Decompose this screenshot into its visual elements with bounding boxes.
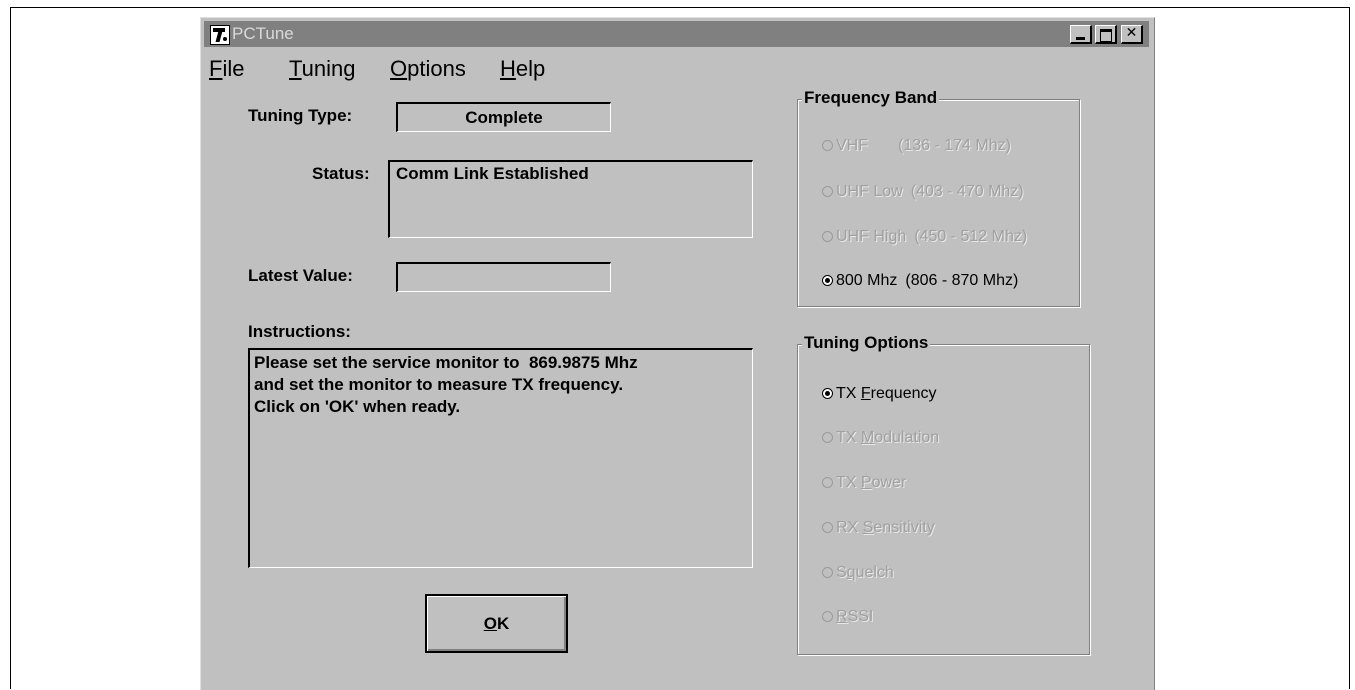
instructions-field: Please set the service monitor to 869.98… bbox=[248, 348, 753, 568]
tuning-type-field: Complete bbox=[396, 102, 611, 132]
radio-tx-power[interactable]: TX Power bbox=[822, 474, 906, 492]
maximize-icon bbox=[1100, 29, 1112, 42]
radio-uhf-low-range: (403 - 470 Mhz) bbox=[910, 183, 1024, 200]
option-label: requency bbox=[870, 385, 937, 402]
option-mnemonic: P bbox=[860, 474, 872, 491]
ok-button-mnemonic: O bbox=[483, 614, 497, 633]
radio-800-mhz-range: (806 - 870 Mhz) bbox=[905, 272, 1019, 289]
radio-icon bbox=[822, 567, 833, 579]
radio-icon bbox=[822, 611, 833, 623]
menu-tuning-label: uning bbox=[301, 56, 356, 81]
document-frame-right bbox=[1349, 7, 1350, 689]
radio-800-mhz-label: 800 Mhz bbox=[836, 272, 898, 289]
menu-file-label: ile bbox=[222, 56, 245, 81]
option-prefix: RX bbox=[836, 519, 863, 536]
radio-selected-icon bbox=[822, 388, 833, 400]
menu-help-label: elp bbox=[515, 56, 546, 81]
minimize-button[interactable] bbox=[1070, 25, 1092, 44]
tuning-options-title: Tuning Options bbox=[802, 333, 931, 353]
radio-uhf-high-range: (450 - 512 Mhz) bbox=[914, 228, 1028, 245]
option-label: uelch bbox=[855, 564, 894, 581]
latest-value-label: Latest Value: bbox=[248, 266, 353, 285]
title-bar[interactable]: PCTune ✕ bbox=[204, 21, 1149, 47]
menu-help[interactable]: Help bbox=[500, 56, 545, 82]
radio-uhf-high[interactable]: UHF High (450 - 512 Mhz) bbox=[822, 228, 1027, 246]
instructions-label: Instructions: bbox=[248, 322, 351, 341]
option-mnemonic: q bbox=[846, 564, 856, 581]
tuning-options-group: Tuning Options TX Frequency TX Modulatio… bbox=[797, 333, 1090, 655]
radio-squelch[interactable]: Squelch bbox=[822, 564, 894, 582]
radio-vhf-range: (136 - 174 Mhz) bbox=[898, 137, 1011, 154]
option-mnemonic: R bbox=[836, 608, 848, 625]
menu-help-mnemonic: H bbox=[500, 56, 516, 81]
close-button[interactable]: ✕ bbox=[1121, 25, 1143, 44]
radio-icon bbox=[822, 522, 833, 534]
option-prefix: TX bbox=[836, 429, 861, 446]
menu-options[interactable]: Options bbox=[390, 56, 466, 82]
option-label: SSI bbox=[847, 608, 874, 625]
radio-vhf[interactable]: VHF (136 - 174 Mhz) bbox=[822, 137, 1011, 155]
ok-button[interactable]: OK bbox=[425, 594, 568, 653]
option-label: ensitivity bbox=[873, 519, 935, 536]
radio-rx-sensitivity[interactable]: RX Sensitivity bbox=[822, 519, 935, 537]
app-icon[interactable] bbox=[210, 25, 230, 45]
document-frame-top bbox=[10, 7, 1350, 8]
pctune-window: PCTune ✕ File Tuning Options Help Tuning… bbox=[200, 17, 1155, 690]
option-mnemonic: M bbox=[860, 429, 875, 446]
radio-icon bbox=[822, 477, 833, 489]
close-icon: ✕ bbox=[1125, 25, 1138, 41]
frequency-band-title: Frequency Band bbox=[802, 88, 940, 108]
radio-icon bbox=[822, 432, 833, 444]
radio-rssi[interactable]: RSSI bbox=[822, 608, 873, 626]
tuning-type-label: Tuning Type: bbox=[248, 106, 353, 125]
option-prefix: S bbox=[836, 564, 847, 581]
radio-icon bbox=[822, 140, 833, 152]
status-label: Status: bbox=[312, 164, 370, 183]
option-mnemonic: F bbox=[860, 385, 871, 402]
option-label: ower bbox=[871, 474, 907, 491]
radio-uhf-low[interactable]: UHF Low (403 - 470 Mhz) bbox=[822, 183, 1024, 201]
option-mnemonic: S bbox=[862, 519, 874, 536]
option-label: odulation bbox=[874, 429, 940, 446]
radio-icon bbox=[822, 186, 833, 198]
radio-tx-frequency[interactable]: TX Frequency bbox=[822, 385, 937, 403]
radio-vhf-label: VHF bbox=[836, 137, 868, 154]
menu-options-label: ptions bbox=[407, 56, 466, 81]
ok-button-label: K bbox=[496, 614, 510, 633]
radio-800-mhz[interactable]: 800 Mhz (806 - 870 Mhz) bbox=[822, 272, 1018, 290]
window-title: PCTune bbox=[232, 24, 294, 43]
frequency-band-group: Frequency Band VHF (136 - 174 Mhz) UHF Lo… bbox=[797, 88, 1080, 307]
radio-icon bbox=[822, 231, 833, 243]
status-field: Comm Link Established bbox=[388, 160, 753, 238]
maximize-button[interactable] bbox=[1095, 25, 1117, 44]
option-prefix: TX bbox=[836, 385, 861, 402]
menu-tuning-mnemonic: T bbox=[289, 56, 302, 81]
menu-options-mnemonic: O bbox=[390, 56, 408, 81]
menu-file[interactable]: File bbox=[209, 56, 244, 82]
document-frame-left bbox=[10, 7, 11, 689]
radio-selected-icon bbox=[822, 275, 833, 287]
radio-uhf-low-label: UHF Low bbox=[836, 183, 903, 200]
minimize-icon bbox=[1076, 37, 1085, 40]
latest-value-field bbox=[396, 262, 611, 292]
radio-uhf-high-label: UHF High bbox=[836, 228, 907, 245]
radio-tx-modulation[interactable]: TX Modulation bbox=[822, 429, 939, 447]
menu-file-mnemonic: F bbox=[209, 56, 223, 81]
menu-tuning[interactable]: Tuning bbox=[289, 56, 355, 82]
option-prefix: TX bbox=[836, 474, 861, 491]
